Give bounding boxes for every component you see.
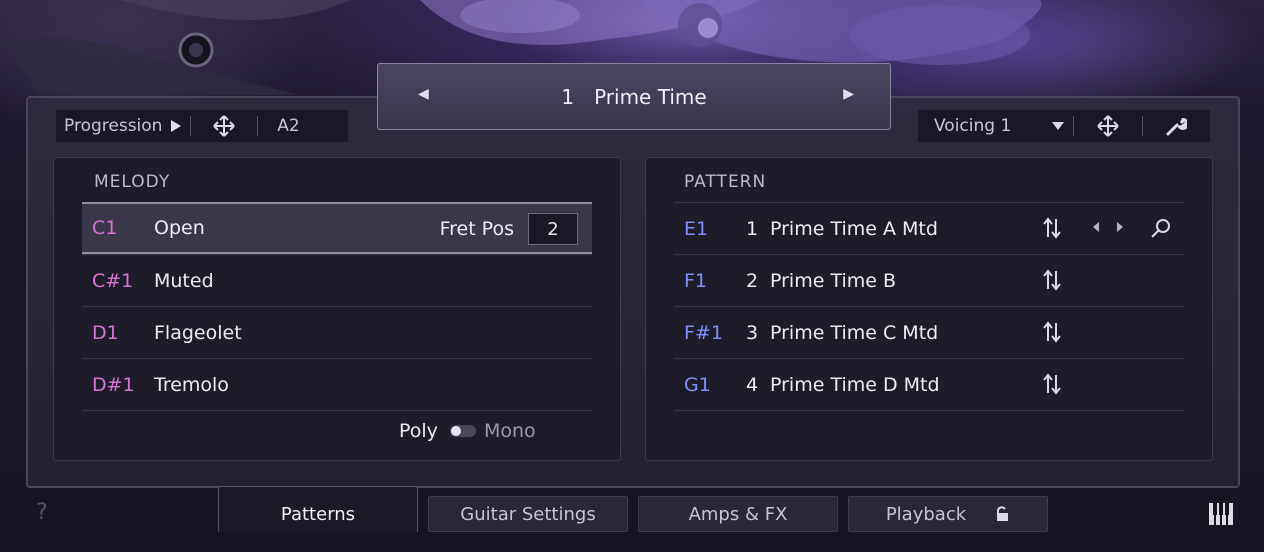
fret-pos-value[interactable]: 2 bbox=[528, 213, 578, 245]
tab-amps-fx[interactable]: Amps & FX bbox=[638, 496, 838, 532]
melody-row[interactable]: D1 Flageolet bbox=[82, 306, 592, 358]
pattern-index: 1 bbox=[746, 217, 759, 240]
tab-playback[interactable]: Playback bbox=[848, 496, 1048, 532]
search-icon[interactable] bbox=[1150, 217, 1172, 239]
melody-note: D#1 bbox=[92, 373, 135, 396]
preset-name: Prime Time bbox=[594, 84, 707, 109]
voicing-dropdown[interactable]: Voicing 1 bbox=[918, 110, 1073, 142]
pattern-note: G1 bbox=[684, 373, 711, 396]
tab-patterns[interactable]: Patterns bbox=[218, 486, 418, 532]
melody-label: Flageolet bbox=[154, 321, 242, 344]
move-icon bbox=[1097, 115, 1119, 137]
key-value: A2 bbox=[277, 116, 300, 136]
pattern-index: 2 bbox=[746, 269, 759, 292]
tab-guitar-settings[interactable]: Guitar Settings bbox=[428, 496, 628, 532]
progression-toolbar: Progression A2 bbox=[56, 110, 348, 142]
tab-label: Guitar Settings bbox=[460, 503, 596, 525]
pattern-label: Prime Time C Mtd bbox=[770, 321, 939, 344]
lock-icon bbox=[997, 506, 1009, 521]
melody-title: MELODY bbox=[94, 172, 171, 192]
voicing-settings-button[interactable] bbox=[1143, 110, 1209, 142]
tab-label: Patterns bbox=[280, 504, 356, 525]
progression-label: Progression bbox=[64, 116, 163, 136]
preset-number: 1 bbox=[561, 84, 575, 109]
melody-panel: MELODY C1 Open Fret Pos 2 C#1 Muted D1 F… bbox=[53, 157, 621, 461]
pattern-note: F1 bbox=[684, 269, 708, 292]
swap-icon[interactable] bbox=[1042, 373, 1062, 395]
melody-label: Tremolo bbox=[154, 373, 229, 396]
melody-label: Open bbox=[154, 217, 205, 239]
pattern-row[interactable]: F#1 3 Prime Time C Mtd bbox=[674, 306, 1184, 358]
swap-icon[interactable] bbox=[1042, 321, 1062, 343]
poly-mono-switch[interactable]: Poly Mono bbox=[399, 420, 536, 442]
pattern-note: F#1 bbox=[684, 321, 723, 344]
melody-row[interactable]: D#1 Tremolo bbox=[82, 358, 592, 410]
play-icon bbox=[171, 120, 182, 132]
pattern-label: Prime Time D Mtd bbox=[770, 373, 940, 396]
drag-button[interactable] bbox=[191, 110, 257, 142]
help-icon[interactable]: ? bbox=[36, 500, 48, 525]
melody-note: C#1 bbox=[92, 269, 134, 292]
pattern-index: 4 bbox=[746, 373, 759, 396]
poly-mono-toggle[interactable] bbox=[449, 425, 476, 437]
tab-label: Amps & FX bbox=[688, 503, 788, 525]
fret-pos-label: Fret Pos bbox=[439, 218, 514, 240]
pattern-note: E1 bbox=[684, 217, 709, 240]
pattern-row[interactable]: F1 2 Prime Time B bbox=[674, 254, 1184, 306]
preset-selector[interactable]: ◀ 1 Prime Time ▶ bbox=[377, 63, 891, 130]
pattern-label: Prime Time B bbox=[770, 269, 897, 292]
melody-note: C1 bbox=[92, 217, 118, 239]
fret-position-control: Fret Pos 2 bbox=[440, 213, 578, 245]
melody-label: Muted bbox=[154, 269, 214, 292]
next-preset-icon[interactable]: ▶ bbox=[843, 86, 854, 102]
pattern-index: 3 bbox=[746, 321, 759, 344]
previous-preset-icon[interactable]: ◀ bbox=[418, 86, 429, 102]
pattern-label: Prime Time A Mtd bbox=[770, 217, 938, 240]
previous-variation-icon[interactable] bbox=[1092, 221, 1100, 233]
chevron-down-icon bbox=[1052, 122, 1064, 130]
next-variation-icon[interactable] bbox=[1116, 221, 1124, 233]
swap-icon[interactable] bbox=[1042, 217, 1062, 239]
wrench-icon bbox=[1166, 117, 1187, 136]
pattern-row[interactable]: G1 4 Prime Time D Mtd bbox=[674, 358, 1184, 410]
row-divider bbox=[674, 410, 1184, 411]
keyboard-icon[interactable] bbox=[1208, 502, 1234, 526]
progression-button[interactable]: Progression bbox=[56, 110, 190, 142]
poly-label: Poly bbox=[399, 420, 438, 442]
pattern-panel: PATTERN E1 1 Prime Time A Mtd F1 2 Prime… bbox=[645, 157, 1213, 461]
tab-label: Playback bbox=[885, 503, 967, 525]
pattern-row[interactable]: E1 1 Prime Time A Mtd bbox=[674, 202, 1184, 254]
swap-icon[interactable] bbox=[1042, 269, 1062, 291]
pattern-title: PATTERN bbox=[684, 172, 767, 192]
toggle-knob bbox=[450, 426, 461, 436]
melody-row[interactable]: C1 Open Fret Pos 2 bbox=[82, 202, 592, 254]
row-divider bbox=[82, 410, 592, 411]
mono-label: Mono bbox=[483, 420, 536, 442]
voicing-label: Voicing 1 bbox=[934, 116, 1012, 136]
move-icon bbox=[213, 115, 236, 137]
melody-note: D1 bbox=[92, 321, 119, 344]
voicing-toolbar: Voicing 1 bbox=[918, 110, 1210, 142]
key-selector[interactable]: A2 bbox=[258, 110, 318, 142]
melody-row[interactable]: C#1 Muted bbox=[82, 254, 592, 306]
voicing-drag-button[interactable] bbox=[1074, 110, 1142, 142]
